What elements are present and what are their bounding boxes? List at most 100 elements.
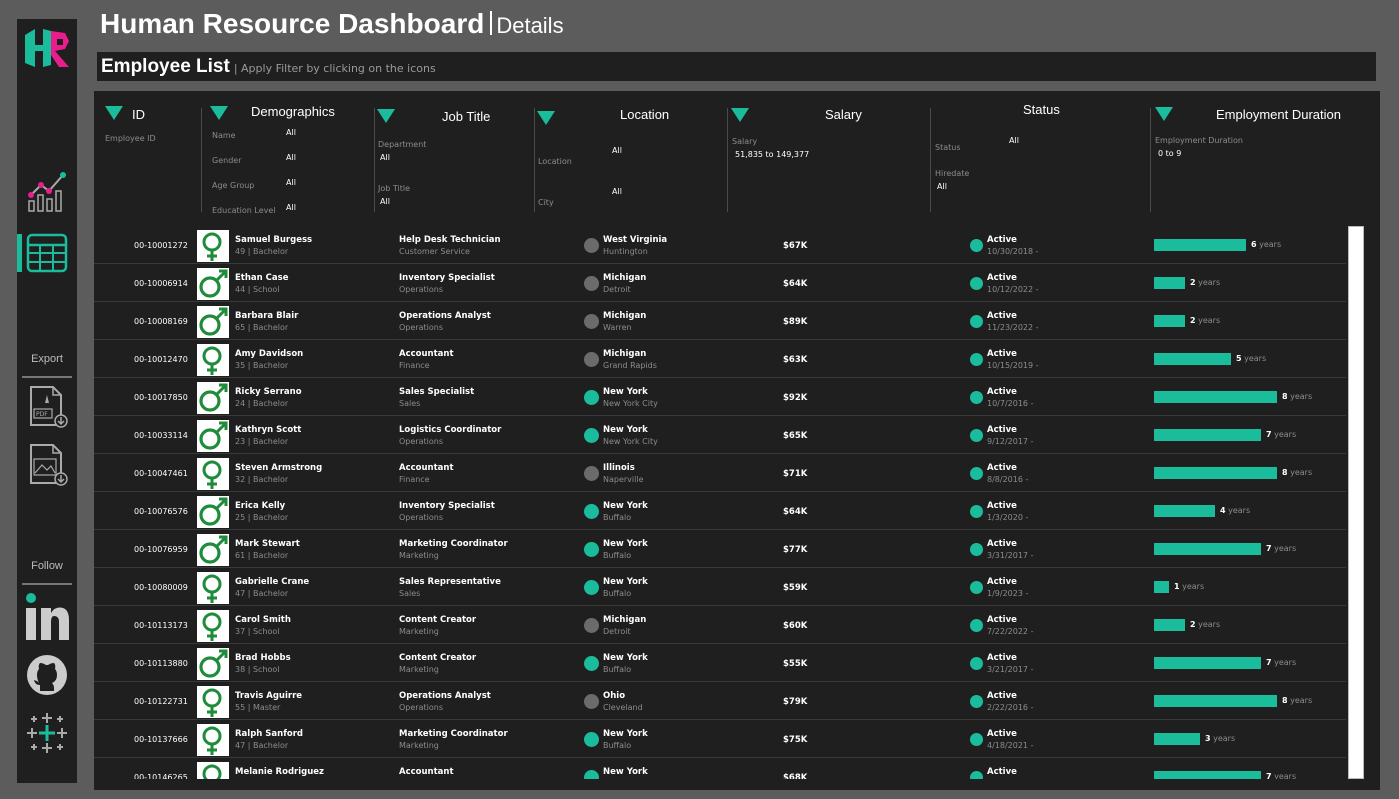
salary-filter-icon[interactable]	[731, 108, 749, 122]
female-gender-icon	[197, 686, 229, 718]
table-row[interactable]: 00-10080009 Gabrielle Crane 47 | Bachelor S…	[94, 568, 1346, 606]
export-divider	[22, 376, 72, 378]
name-filter-value[interactable]: All	[286, 128, 296, 137]
city: Naperville	[603, 475, 644, 484]
job-filter-icon[interactable]	[377, 109, 395, 123]
gender-filter-value[interactable]: All	[286, 153, 296, 162]
employee-age-education: 47 | Bachelor	[235, 589, 289, 598]
analytics-chart-icon[interactable]	[25, 169, 69, 213]
employee-id: 00-10076959	[134, 545, 188, 554]
duration-unit: years	[1274, 430, 1297, 439]
employee-age-education: 65 | Bachelor	[235, 323, 289, 332]
hire-date: 3/21/2017 -	[987, 665, 1034, 674]
duration-bar	[1154, 543, 1261, 555]
employee-age-education: 23 | Bachelor	[235, 437, 289, 446]
tableau-icon[interactable]	[25, 711, 69, 755]
table-row[interactable]: 00-10137666 Ralph Sanford 47 | Bachelor Mar…	[94, 720, 1346, 758]
employee-name: Brad Hobbs	[235, 653, 291, 663]
id-filter-icon[interactable]	[105, 106, 123, 120]
status: Active	[987, 349, 1017, 359]
location-filter-header: Location	[620, 107, 670, 122]
export-label: Export	[31, 353, 63, 365]
employee-age-education: 25 | Bachelor	[235, 513, 289, 522]
employee-name: Ricky Serrano	[235, 387, 302, 397]
hire-date: 1/3/2020 -	[987, 513, 1029, 522]
department-filter-value[interactable]: All	[380, 153, 390, 162]
duration-label: 5 years	[1236, 354, 1266, 363]
duration-years: 2	[1190, 278, 1196, 287]
hiredate-filter-value[interactable]: All	[937, 182, 947, 191]
location-dot	[584, 542, 599, 557]
table-row[interactable]: 00-10113880 Brad Hobbs 38 | School Content …	[94, 644, 1346, 682]
location-dot	[584, 390, 599, 405]
table-row[interactable]: 00-10122731 Travis Aguirre 55 | Master Oper…	[94, 682, 1346, 720]
city: Grand Rapids	[603, 361, 657, 370]
duration-bar	[1154, 353, 1231, 365]
table-row[interactable]: 00-10113173 Carol Smith 37 | School Content…	[94, 606, 1346, 644]
city-filter-value[interactable]: All	[612, 187, 622, 196]
table-row[interactable]: 00-10076959 Mark Stewart 61 | Bachelor Mark…	[94, 530, 1346, 568]
duration-unit: years	[1198, 620, 1221, 629]
department: Operations	[399, 323, 443, 332]
location-dot	[584, 770, 599, 779]
duration-label: 2 years	[1190, 278, 1220, 287]
duration-years: 7	[1266, 544, 1272, 553]
education-filter-value[interactable]: All	[286, 203, 296, 212]
employee-id-filter-label: Employee ID	[105, 134, 156, 143]
table-row[interactable]: 00-10001272 Samuel Burgess 49 | Bachelor He…	[94, 226, 1346, 264]
table-details-icon[interactable]	[25, 232, 69, 276]
scrollbar[interactable]	[1348, 226, 1364, 779]
female-gender-icon	[197, 762, 229, 779]
svg-text:PDF: PDF	[36, 411, 48, 418]
city: Buffalo	[603, 665, 632, 674]
github-icon[interactable]	[25, 653, 69, 697]
table-row[interactable]: 00-10076576 Erica Kelly 25 | Bachelor Inven…	[94, 492, 1346, 530]
city: Detroit	[603, 627, 631, 636]
duration-filter-value[interactable]: 0 to 9	[1158, 149, 1181, 158]
duration-label: 6 years	[1251, 240, 1281, 249]
filter-divider	[534, 108, 535, 212]
city: Cleveland	[603, 703, 643, 712]
table-row[interactable]: 00-10008169 Barbara Blair 65 | Bachelor Ope…	[94, 302, 1346, 340]
location-filter-icon[interactable]	[537, 111, 555, 125]
table-row[interactable]: 00-10017850 Ricky Serrano 24 | Bachelor Sal…	[94, 378, 1346, 416]
table-row[interactable]: 00-10047461 Steven Armstrong 32 | Bachelor…	[94, 454, 1346, 492]
status-dot	[970, 581, 983, 594]
linkedin-icon[interactable]	[25, 592, 69, 642]
duration-bar	[1154, 695, 1277, 707]
status-filter-label: Status	[935, 143, 961, 152]
location-filter-value[interactable]: All	[612, 146, 622, 155]
demographics-filter-icon[interactable]	[210, 106, 228, 120]
age-group-filter-value[interactable]: All	[286, 178, 296, 187]
job-title-filter-label: Job Title	[378, 184, 411, 193]
city: Buffalo	[603, 741, 632, 750]
employee-age-education: 55 | Master	[235, 703, 281, 712]
status-dot	[970, 429, 983, 442]
status: Active	[987, 577, 1017, 587]
salary-filter-value[interactable]: 51,835 to 149,377	[735, 150, 809, 159]
table-row[interactable]: 00-10006914 Ethan Case 44 | School Inventor…	[94, 264, 1346, 302]
hire-date: 2/22/2016 -	[987, 703, 1034, 712]
department: Customer Service	[399, 247, 470, 256]
department: Finance	[399, 361, 430, 370]
pdf-export-icon[interactable]: PDF	[25, 385, 69, 429]
state: New York	[603, 729, 648, 739]
image-export-icon[interactable]	[25, 443, 69, 487]
table-row[interactable]: 00-10012470 Amy Davidson 35 | Bachelor Acco…	[94, 340, 1346, 378]
status-filter-value[interactable]: All	[1009, 136, 1019, 145]
status-dot	[970, 657, 983, 670]
location-dot	[584, 352, 599, 367]
status-dot	[970, 771, 983, 779]
female-gender-icon	[197, 458, 229, 490]
duration-filter-icon[interactable]	[1155, 107, 1173, 121]
salary: $60K	[783, 621, 808, 631]
table-row[interactable]: 00-10033114 Kathryn Scott 23 | Bachelor Log…	[94, 416, 1346, 454]
job-title: Content Creator	[399, 653, 477, 663]
hire-date: 8/8/2016 -	[987, 475, 1029, 484]
table-row[interactable]: 00-10146265 Melanie Rodriguez Accountant Ne…	[94, 758, 1346, 779]
location-dot	[584, 238, 599, 253]
duration-filter-header: Employment Duration	[1216, 107, 1341, 122]
duration-label: 7 years	[1266, 772, 1296, 779]
hire-date: 4/18/2021 -	[987, 741, 1034, 750]
job-title-filter-value[interactable]: All	[380, 197, 390, 206]
